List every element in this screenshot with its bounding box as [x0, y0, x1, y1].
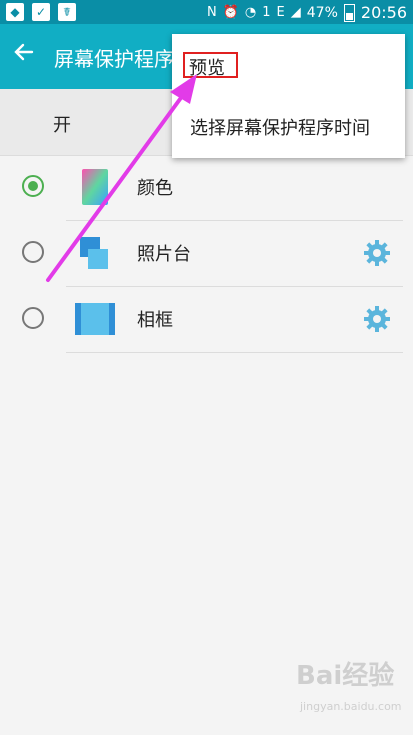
menu-item-label: 选择屏幕保护程序时间: [190, 118, 370, 139]
radio-photo-table[interactable]: [22, 241, 44, 263]
option-label: 相框: [137, 310, 173, 331]
page-title: 屏幕保护程序: [54, 47, 174, 71]
row-divider: [66, 352, 403, 353]
option-label: 颜色: [137, 178, 173, 199]
signal-icon: ◢: [290, 5, 301, 20]
menu-item-select-time[interactable]: 选择屏幕保护程序时间: [172, 104, 405, 144]
annotation-highlight-box: [183, 52, 238, 78]
run-icon: ☤: [58, 3, 76, 21]
battery-icon: [343, 3, 355, 22]
radio-photo-frame[interactable]: [22, 307, 44, 329]
wifi-icon: ◔: [244, 5, 257, 20]
baidu-watermark-logo: Bai经验: [296, 661, 395, 691]
back-arrow-glyph: [14, 43, 34, 61]
check-icon: ✓: [32, 3, 50, 21]
switch-label: 开: [53, 115, 71, 136]
gear-icon[interactable]: [362, 304, 392, 334]
option-row-photo-frame[interactable]: 相框: [0, 287, 413, 353]
alarm-icon: ⏰: [222, 5, 239, 20]
battery-percent: 47%: [306, 4, 338, 21]
option-label: 照片台: [137, 244, 191, 265]
radio-color[interactable]: [22, 175, 44, 197]
photo-table-thumbnail-icon: [80, 237, 108, 269]
sim-badge: 1: [262, 5, 271, 20]
status-bar: ◆ ✓ ☤ N ⏰ ◔ 1 E ◢ 47% 20:56: [0, 0, 413, 24]
option-row-color[interactable]: 颜色: [0, 155, 413, 221]
baidu-watermark-url: jingyan.baidu.com: [300, 700, 402, 713]
color-thumbnail-icon: [82, 169, 108, 205]
photo-frame-thumbnail-icon: [75, 303, 115, 335]
signal-type: E: [276, 5, 285, 20]
status-time: 20:56: [360, 3, 407, 22]
back-arrow-icon[interactable]: [12, 40, 42, 70]
option-row-photo-table[interactable]: 照片台: [0, 221, 413, 287]
nfc-icon: N: [207, 5, 217, 20]
app-icon: ◆: [6, 3, 24, 21]
gear-icon[interactable]: [362, 238, 392, 268]
